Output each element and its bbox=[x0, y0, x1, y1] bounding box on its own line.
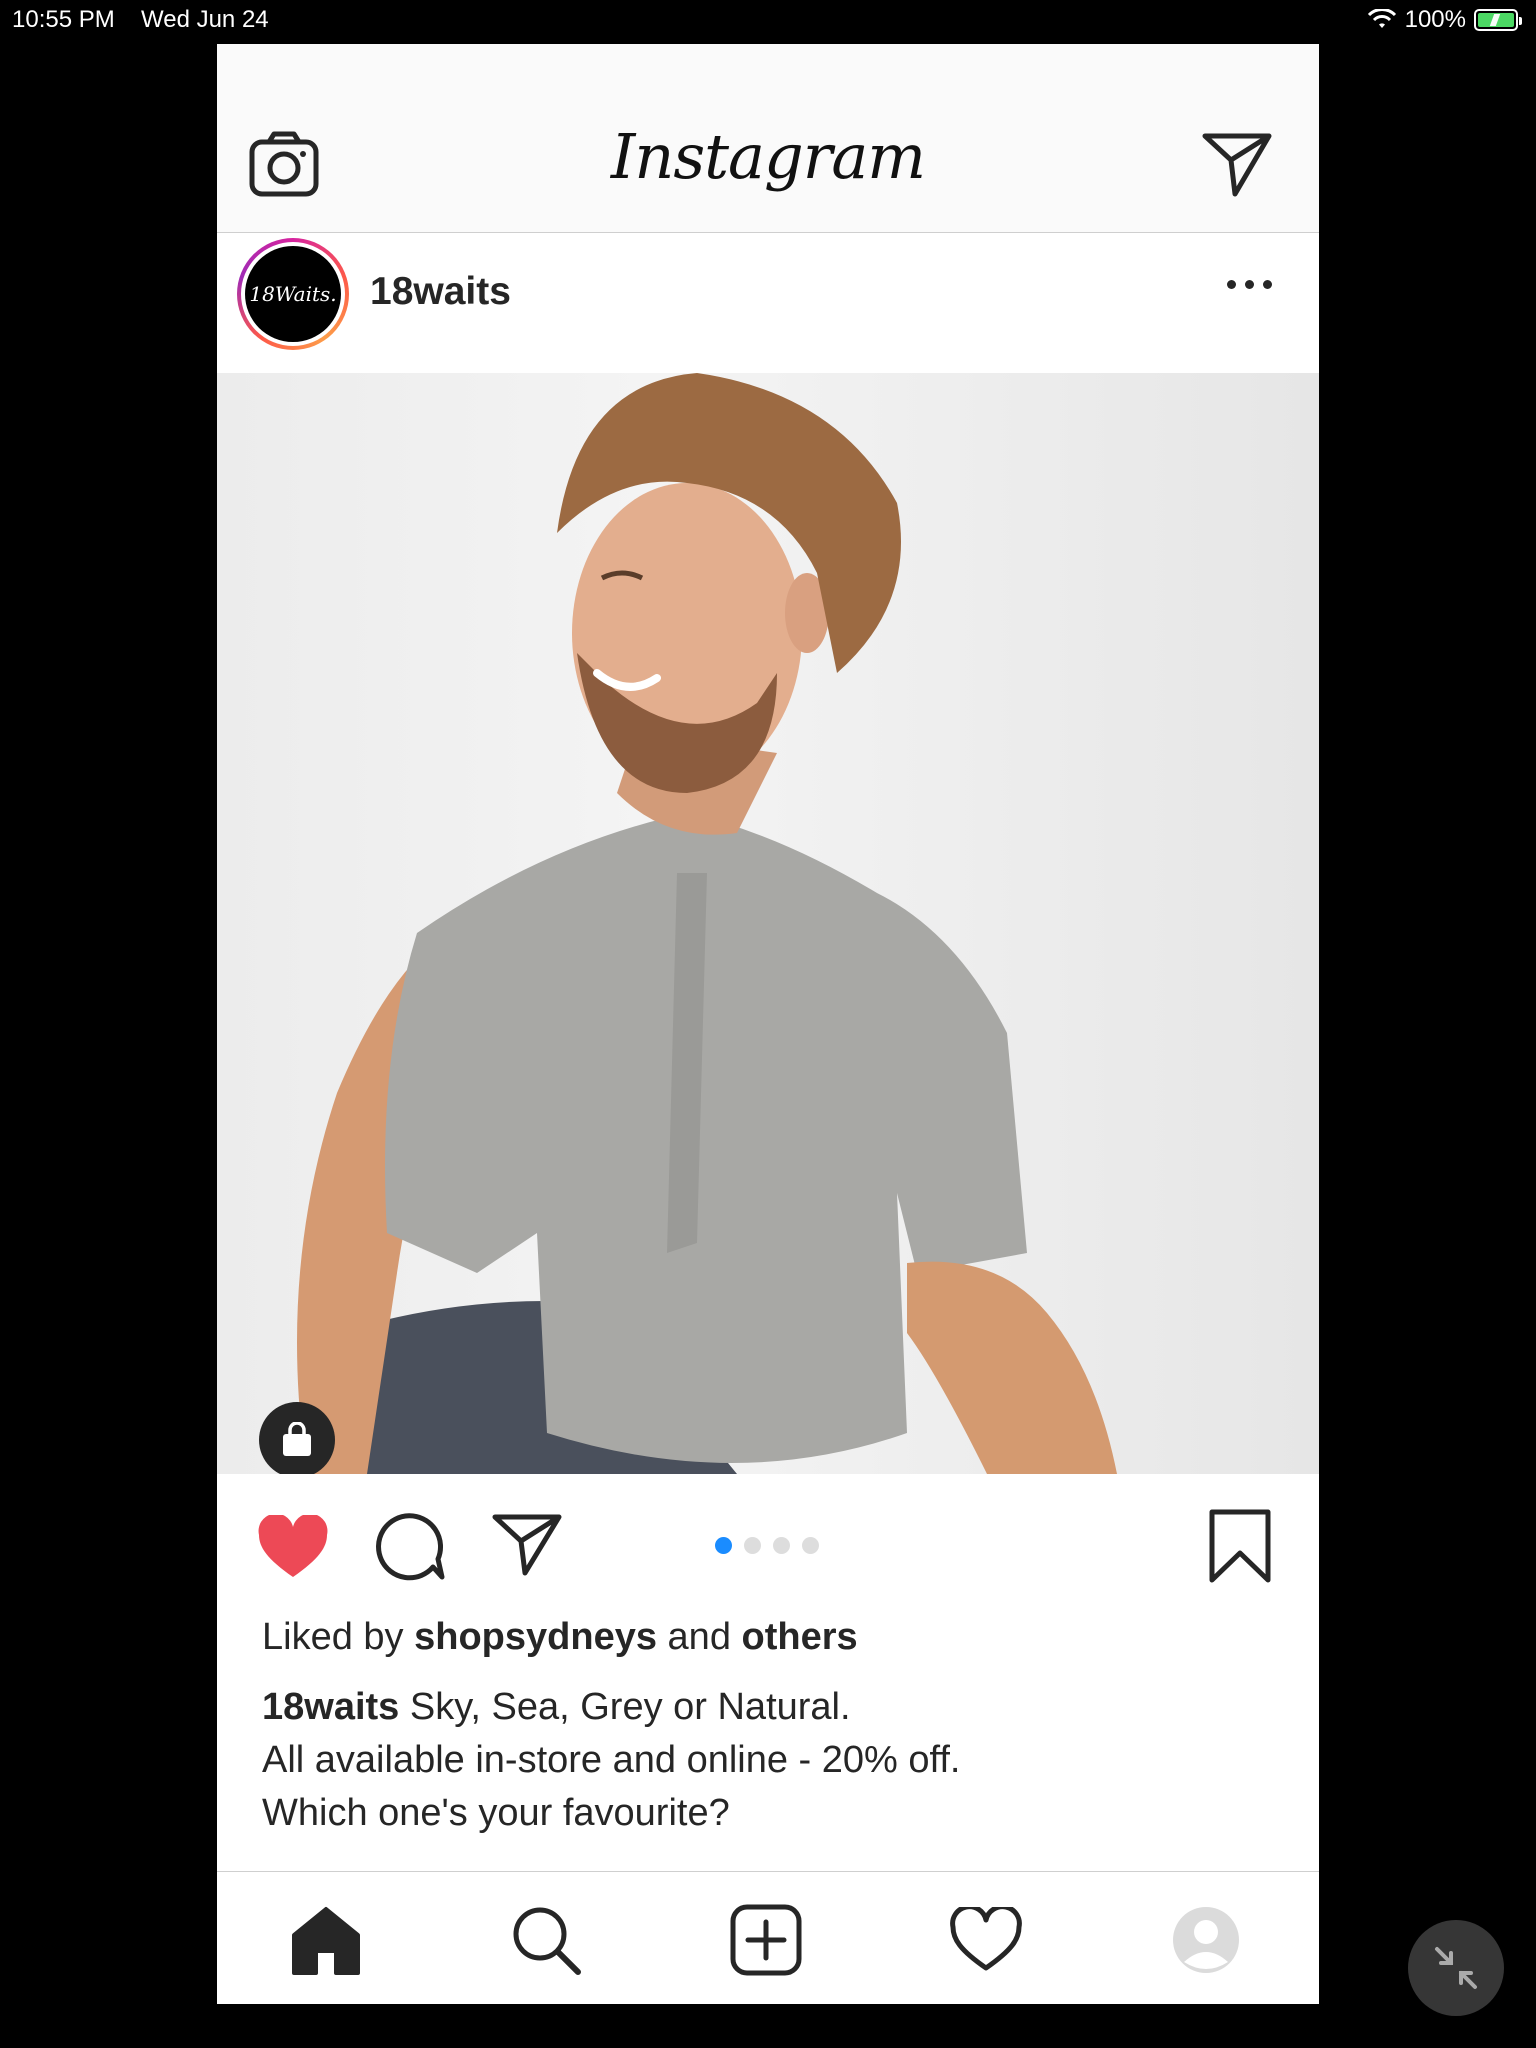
tab-bar bbox=[217, 1871, 1319, 2004]
more-options-icon[interactable] bbox=[1227, 274, 1277, 294]
avatar: 18Waits. bbox=[245, 246, 341, 342]
comment-icon[interactable] bbox=[375, 1511, 445, 1581]
story-ring[interactable]: 18Waits. bbox=[237, 238, 349, 350]
battery-percent: 100% bbox=[1404, 6, 1466, 33]
likes-line: Liked by shopsydneys and others bbox=[262, 1616, 858, 1659]
instagram-app: Instagram 18Waits. 18waits Liked by shop… bbox=[217, 44, 1319, 2004]
shopping-bag-icon[interactable] bbox=[259, 1402, 335, 1474]
shrink-window-icon[interactable] bbox=[1408, 1920, 1504, 2016]
post-header: 18Waits. 18waits bbox=[217, 234, 1319, 372]
status-right: 100% bbox=[1367, 6, 1522, 34]
search-icon bbox=[513, 1907, 581, 1975]
caption-line-1: 18waits Sky, Sea, Grey or Natural. bbox=[262, 1681, 1282, 1734]
post-caption: 18waits Sky, Sea, Grey or Natural. All a… bbox=[262, 1681, 1282, 1840]
caption-line-3: Which one's your favourite? bbox=[262, 1792, 730, 1834]
likes-others[interactable]: others bbox=[742, 1616, 858, 1658]
direct-message-icon[interactable] bbox=[1201, 132, 1273, 198]
share-icon[interactable] bbox=[491, 1513, 563, 1577]
carousel-dot bbox=[773, 1537, 790, 1554]
caption-username[interactable]: 18waits bbox=[262, 1686, 399, 1728]
status-time: 10:55 PM bbox=[12, 6, 115, 33]
tab-activity[interactable] bbox=[946, 1900, 1026, 1980]
battery-charging-icon bbox=[1474, 9, 1522, 31]
add-post-icon bbox=[730, 1904, 802, 1976]
tab-home[interactable] bbox=[286, 1900, 366, 1980]
liked-by-user[interactable]: shopsydneys bbox=[414, 1616, 657, 1658]
status-date: Wed Jun 24 bbox=[141, 6, 269, 33]
instagram-logo: Instagram bbox=[610, 120, 926, 193]
tab-profile[interactable] bbox=[1166, 1900, 1246, 1980]
activity-heart-icon bbox=[950, 1907, 1022, 1971]
caption-line-2: All available in-store and online - 20% … bbox=[262, 1739, 961, 1781]
carousel-dot bbox=[802, 1537, 819, 1554]
home-icon bbox=[292, 1907, 360, 1975]
heart-liked-icon[interactable] bbox=[257, 1515, 329, 1581]
post-actions bbox=[217, 1475, 1319, 1625]
bookmark-icon[interactable] bbox=[1209, 1509, 1271, 1583]
post-image[interactable] bbox=[217, 373, 1319, 1474]
carousel-indicator bbox=[715, 1537, 819, 1554]
tab-add[interactable] bbox=[726, 1900, 806, 1980]
carousel-dot bbox=[715, 1537, 732, 1554]
top-nav: Instagram bbox=[217, 44, 1319, 233]
carousel-dot bbox=[744, 1537, 761, 1554]
likes-prefix: Liked by bbox=[262, 1616, 404, 1658]
tab-search[interactable] bbox=[506, 1900, 586, 1980]
caption-text-1: Sky, Sea, Grey or Natural. bbox=[399, 1686, 851, 1728]
likes-middle: and bbox=[667, 1616, 731, 1658]
photo-illustration bbox=[297, 373, 1117, 1474]
post-username[interactable]: 18waits bbox=[370, 270, 511, 314]
status-bar: 10:55 PM Wed Jun 24 100% bbox=[0, 0, 1536, 38]
wifi-icon bbox=[1367, 9, 1396, 28]
profile-avatar-icon bbox=[1173, 1907, 1239, 1973]
